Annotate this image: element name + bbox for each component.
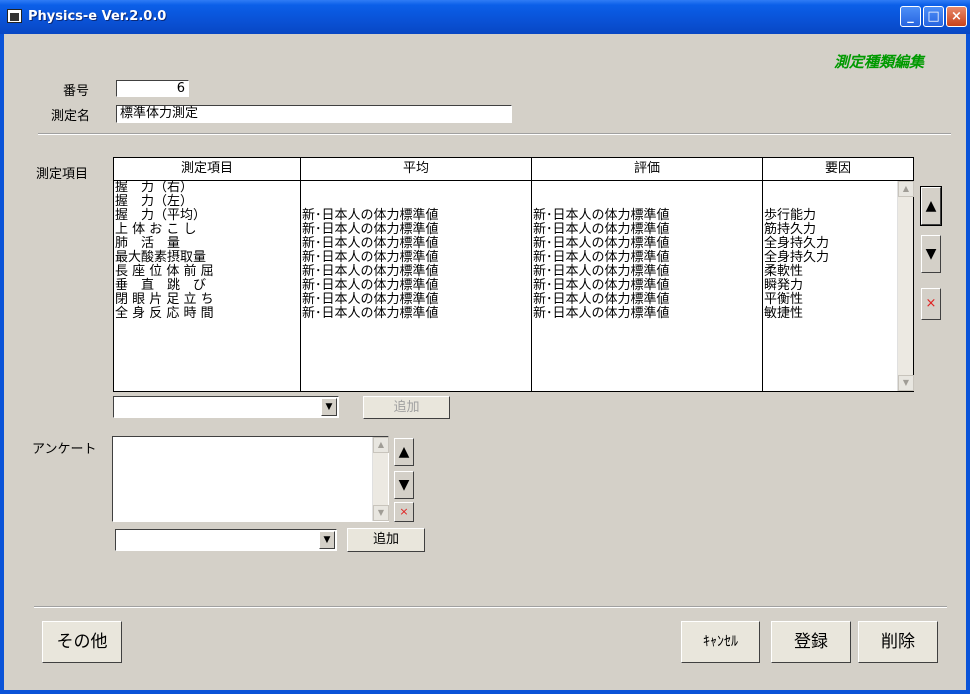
- grid-cell[interactable]: 最大酸素摂取量: [115, 251, 300, 265]
- grid-cell[interactable]: 垂 直 跳 び: [115, 279, 300, 293]
- other-button[interactable]: その他: [42, 621, 122, 663]
- number-label: 番号: [63, 84, 90, 99]
- grid-cell[interactable]: 新･日本人の体力標準値: [302, 209, 531, 223]
- grid-cell[interactable]: 新･日本人の体力標準値: [533, 293, 762, 307]
- grid-cell[interactable]: 新･日本人の体力標準値: [302, 307, 531, 321]
- survey-scroll-up-icon[interactable]: ▲: [373, 437, 389, 453]
- grid-cell[interactable]: 筋持久力: [764, 223, 897, 237]
- move-up-button[interactable]: ▲: [920, 186, 942, 226]
- column-header-factor[interactable]: 要因: [763, 158, 913, 181]
- chevron-down-icon[interactable]: ▼: [321, 398, 337, 416]
- grid-cell[interactable]: 新･日本人の体力標準値: [533, 251, 762, 265]
- items-label: 測定項目: [36, 167, 89, 182]
- grid-cell[interactable]: 全身持久力: [764, 237, 897, 251]
- grid-cell[interactable]: 新･日本人の体力標準値: [302, 265, 531, 279]
- close-button[interactable]: ×: [946, 6, 967, 27]
- survey-list[interactable]: ▲ ▼: [112, 436, 389, 522]
- grid-cell[interactable]: 新･日本人の体力標準値: [302, 293, 531, 307]
- grid-scrollbar[interactable]: ▲ ▼: [897, 181, 914, 391]
- grid-cell[interactable]: 上 体 お こ し: [115, 223, 300, 237]
- column-factor: 歩行能力 筋持久力 全身持久力 全身持久力 柔軟性 瞬発力 平衡性 敏捷性: [763, 181, 897, 391]
- grid-cell[interactable]: 新･日本人の体力標準値: [533, 307, 762, 321]
- cancel-button[interactable]: ｷｬﾝｾﾙ: [681, 621, 760, 663]
- grid-cell[interactable]: 長 座 位 体 前 屈: [115, 265, 300, 279]
- page-heading: 測定種類編集: [834, 53, 925, 71]
- survey-chevron-down-icon[interactable]: ▼: [319, 531, 335, 549]
- title-bar[interactable]: Physics-e Ver.2.0.0 _ □ ×: [0, 0, 970, 34]
- move-down-button[interactable]: ▼: [921, 235, 941, 273]
- grid-cell[interactable]: 敏捷性: [764, 307, 897, 321]
- column-evaluation: 新･日本人の体力標準値 新･日本人の体力標準値 新･日本人の体力標準値 新･日本人の体…: [532, 181, 763, 391]
- grid-cell[interactable]: [302, 195, 531, 209]
- delete-button[interactable]: 削除: [858, 621, 938, 663]
- number-field[interactable]: 6: [116, 80, 189, 97]
- add-survey-button[interactable]: 追加: [347, 528, 425, 552]
- minimize-button[interactable]: _: [900, 6, 921, 27]
- grid-cell[interactable]: 新･日本人の体力標準値: [302, 223, 531, 237]
- top-separator: [38, 133, 951, 135]
- grid-cell[interactable]: 新･日本人の体力標準値: [302, 237, 531, 251]
- grid-cell[interactable]: [533, 181, 762, 195]
- grid-cell[interactable]: 新･日本人の体力標準値: [302, 251, 531, 265]
- name-field[interactable]: 標準体力測定: [116, 105, 512, 123]
- grid-cell[interactable]: 新･日本人の体力標準値: [533, 265, 762, 279]
- survey-remove-button[interactable]: ×: [394, 502, 414, 522]
- grid-cell[interactable]: 新･日本人の体力標準値: [533, 237, 762, 251]
- name-label: 測定名: [51, 109, 91, 124]
- app-icon: [7, 9, 22, 23]
- maximize-button[interactable]: □: [923, 6, 944, 27]
- column-item: 握 力（右）握 力（左）握 力（平均）上 体 お こ し肺 活 量最大酸素摂取量…: [114, 181, 301, 391]
- scroll-up-icon[interactable]: ▲: [898, 181, 914, 197]
- register-button[interactable]: 登録: [771, 621, 851, 663]
- survey-move-up-button[interactable]: ▲: [394, 438, 414, 466]
- grid-cell[interactable]: 瞬発力: [764, 279, 897, 293]
- survey-label: アンケート: [32, 442, 97, 457]
- window-title: Physics-e Ver.2.0.0: [28, 9, 167, 24]
- grid-cell[interactable]: 新･日本人の体力標準値: [302, 279, 531, 293]
- grid-cell[interactable]: 全身持久力: [764, 251, 897, 265]
- column-header-evaluation[interactable]: 評価: [532, 158, 763, 181]
- column-header-average[interactable]: 平均: [301, 158, 532, 181]
- grid-cell[interactable]: 新･日本人の体力標準値: [533, 279, 762, 293]
- add-item-button[interactable]: 追加: [363, 396, 450, 419]
- grid-cell[interactable]: [533, 195, 762, 209]
- bottom-separator: [34, 606, 947, 608]
- survey-select[interactable]: ▼: [115, 529, 337, 551]
- grid-cell[interactable]: [302, 181, 531, 195]
- scroll-down-icon[interactable]: ▼: [898, 375, 914, 391]
- app-window: Physics-e Ver.2.0.0 _ □ × 測定種類編集 番号 6 測定…: [0, 0, 970, 694]
- grid-cell[interactable]: [764, 181, 897, 195]
- grid-cell[interactable]: 肺 活 量: [115, 237, 300, 251]
- remove-item-button[interactable]: ×: [921, 288, 941, 320]
- grid-cell[interactable]: 握 力（左）: [115, 195, 300, 209]
- survey-move-down-button[interactable]: ▼: [394, 471, 414, 499]
- items-grid[interactable]: 測定項目 平均 評価 要因 握 力（右）握 力（左）握 力（平均）上 体 お こ…: [113, 157, 914, 392]
- survey-scroll-down-icon[interactable]: ▼: [373, 505, 389, 521]
- grid-cell[interactable]: 歩行能力: [764, 209, 897, 223]
- item-select[interactable]: ▼: [113, 396, 339, 418]
- grid-cell[interactable]: 柔軟性: [764, 265, 897, 279]
- grid-cell[interactable]: 閉 眼 片 足 立 ち: [115, 293, 300, 307]
- grid-cell[interactable]: 握 力（右）: [115, 181, 300, 195]
- survey-scrollbar[interactable]: ▲ ▼: [372, 437, 389, 521]
- grid-cell[interactable]: 新･日本人の体力標準値: [533, 223, 762, 237]
- grid-cell[interactable]: [764, 195, 897, 209]
- column-average: 新･日本人の体力標準値 新･日本人の体力標準値 新･日本人の体力標準値 新･日本人の体…: [301, 181, 532, 391]
- grid-cell[interactable]: 新･日本人の体力標準値: [533, 209, 762, 223]
- grid-cell[interactable]: 全 身 反 応 時 間: [115, 307, 300, 321]
- grid-cell[interactable]: 平衡性: [764, 293, 897, 307]
- column-header-item[interactable]: 測定項目: [114, 158, 301, 181]
- grid-cell[interactable]: 握 力（平均）: [115, 209, 300, 223]
